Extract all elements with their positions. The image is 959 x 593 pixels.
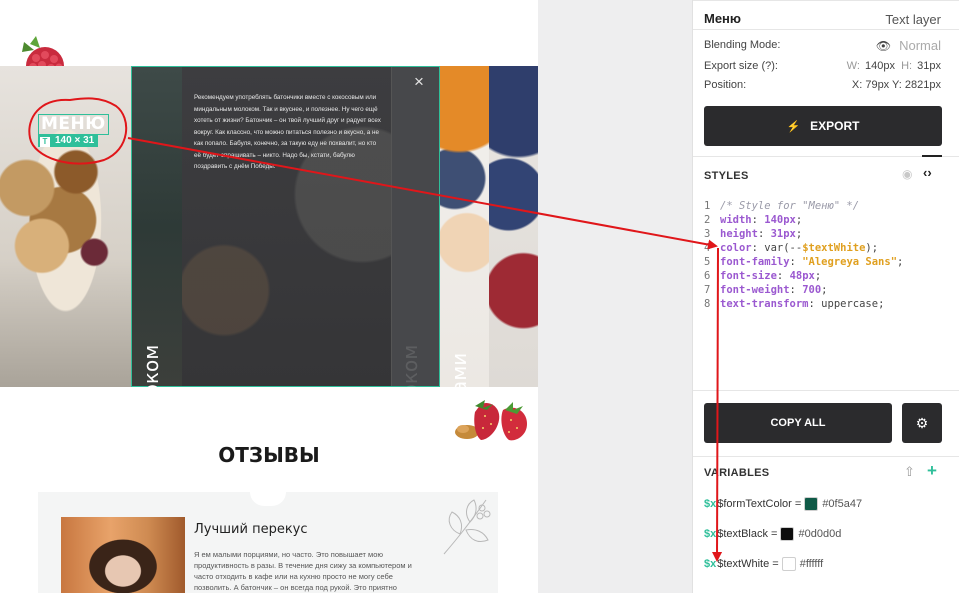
blending-mode-value[interactable]: 👁 Normal: [876, 38, 941, 53]
layer-name: Меню: [704, 11, 742, 26]
berries-strip-image: [489, 66, 538, 387]
text-layer-icon: T: [40, 137, 50, 147]
reviewer-avatar: [61, 517, 185, 593]
selection-size-badge: T 140 × 31: [38, 134, 99, 147]
menu-text-layer[interactable]: Меню: [38, 114, 109, 135]
share-icon[interactable]: ⇧: [904, 464, 915, 480]
card-description: Рекомендуем употреблять батончики вместе…: [194, 94, 381, 170]
variable-row[interactable]: $x $textWhite = #ffffff: [704, 557, 823, 571]
strawberry-icon: [455, 400, 527, 441]
gear-icon[interactable]: ⚙: [902, 403, 942, 443]
selection-size-value: 140 × 31: [55, 135, 95, 146]
blending-mode-label: Blending Mode:: [704, 39, 781, 51]
code-icon[interactable]: ‹›: [923, 165, 932, 180]
css-code-block[interactable]: 1/* Style for "Меню" */ 2 width: 140px; 3…: [704, 199, 903, 311]
inspector-panel: Меню Text layer Blending Mode: 👁 Normal E…: [692, 0, 959, 593]
eye-icon[interactable]: ◉: [902, 167, 912, 181]
plus-icon[interactable]: +: [927, 461, 937, 481]
color-swatch[interactable]: [804, 497, 819, 511]
eye-icon[interactable]: 👁: [876, 39, 891, 53]
export-size-value: W: 140px H: 31px: [846, 60, 941, 72]
leaf-sketch-icon: [443, 499, 491, 555]
color-swatch[interactable]: [780, 527, 795, 541]
bolt-icon: ⚡: [786, 121, 801, 133]
styles-heading: STYLES: [704, 170, 749, 182]
export-size-label: Export size (?):: [704, 60, 778, 72]
layer-type: Text layer: [885, 12, 941, 27]
position-value: X: 79px Y: 2821px: [851, 79, 941, 91]
color-swatch[interactable]: [781, 557, 796, 571]
review-text: Я ем малыми порциями, но часто. Это повы…: [194, 550, 412, 592]
variable-row[interactable]: $x $formTextColor = #0f5a47: [704, 497, 862, 511]
copy-all-button[interactable]: COPY ALL: [704, 403, 892, 443]
design-canvas[interactable]: Рекомендуем употреблять батончики вместе…: [0, 0, 538, 593]
export-button[interactable]: ⚡ EXPORT: [704, 106, 942, 146]
fruit-strip-image: [440, 66, 489, 387]
variable-row[interactable]: $x $textBlack = #0d0d0d: [704, 527, 841, 541]
review-title: Лучший перекус: [194, 522, 308, 537]
variables-heading: VARIABLES: [704, 467, 770, 479]
reviews-heading: ОТЗЫВЫ: [218, 443, 320, 467]
position-label: Position:: [704, 79, 747, 91]
close-icon[interactable]: ×: [412, 73, 426, 90]
